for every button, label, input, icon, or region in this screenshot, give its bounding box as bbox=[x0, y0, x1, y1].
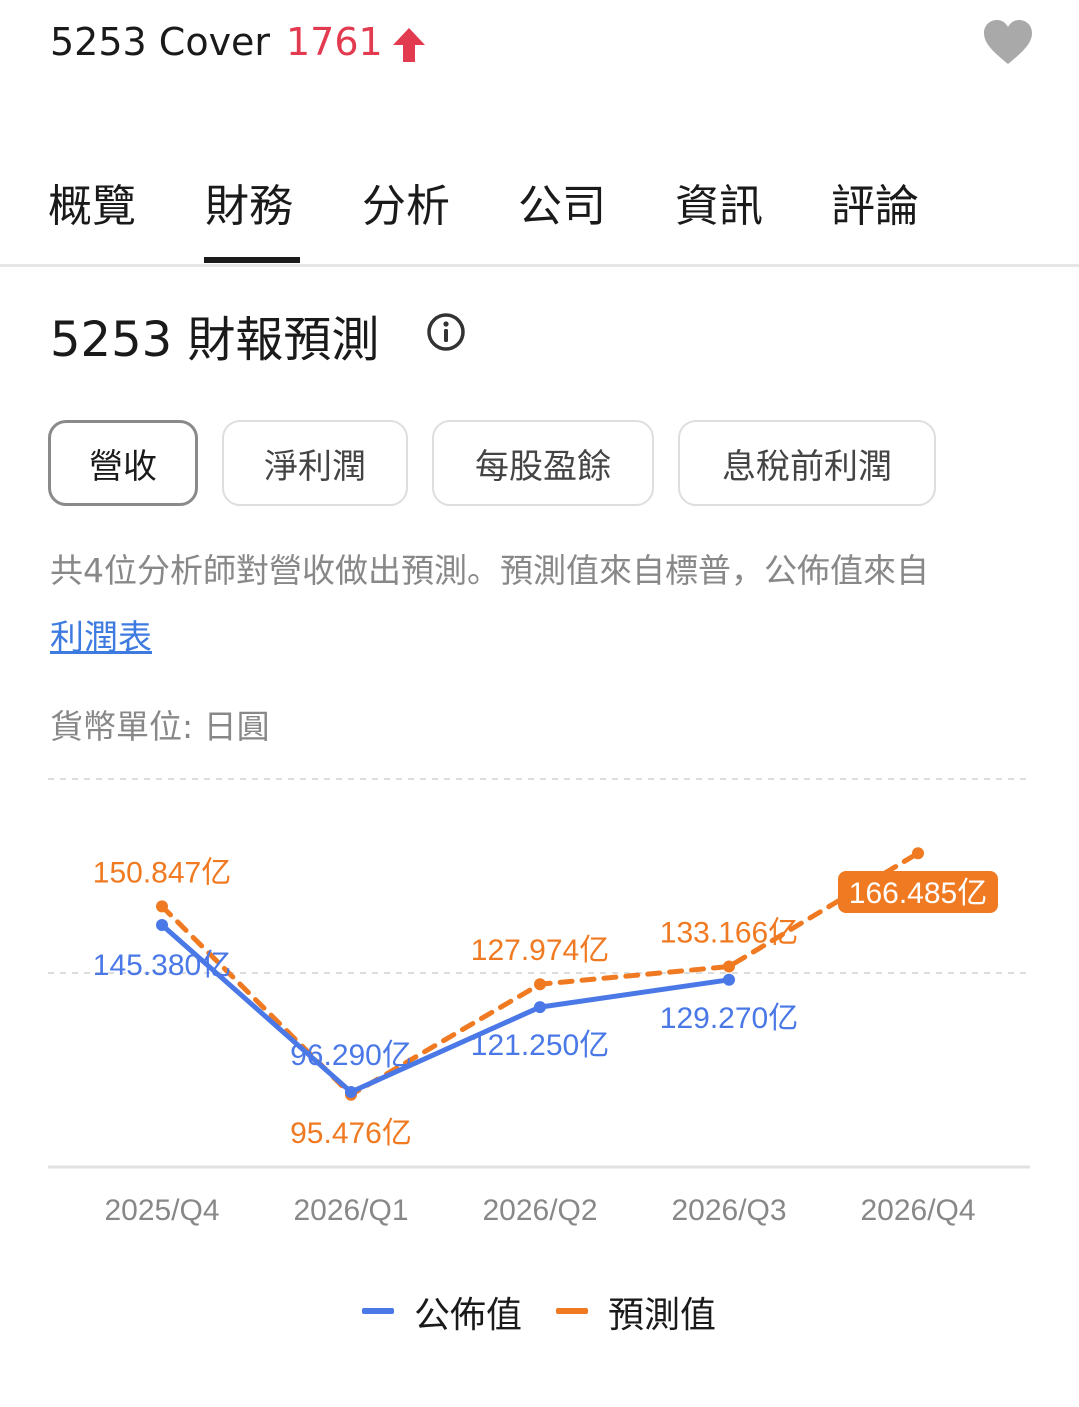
filter-eps[interactable]: 每股盈餘 bbox=[432, 420, 654, 506]
data-label-forecast: 133.166亿 bbox=[660, 917, 798, 950]
series-line-actual bbox=[160, 923, 730, 1095]
data-point-actual bbox=[723, 973, 735, 986]
tab-financials[interactable]: 財務 bbox=[205, 170, 293, 234]
section-title: 5253 財報預測 bbox=[50, 312, 380, 368]
tab-analysis[interactable]: 分析 bbox=[362, 170, 450, 234]
data-label-actual: 96.290亿 bbox=[290, 1039, 412, 1072]
x-tick-label: 2026/Q4 bbox=[860, 1194, 975, 1227]
legend-swatch-forecast bbox=[556, 1308, 588, 1314]
stock-header: 5253 Cover 1761 bbox=[0, 0, 1079, 100]
currency-unit: 貨幣單位: 日圓 bbox=[50, 707, 270, 746]
tab-news[interactable]: 資訊 bbox=[675, 170, 763, 234]
data-point-forecast bbox=[723, 960, 735, 973]
x-tick-label: 2026/Q3 bbox=[671, 1194, 786, 1227]
data-label-forecast: 166.485亿 bbox=[849, 877, 987, 910]
filter-net-profit[interactable]: 淨利潤 bbox=[222, 420, 408, 506]
forecast-description: 共4位分析師對營收做出預測。預測值來自標普，公佈值來自 bbox=[50, 551, 929, 590]
data-label-actual: 129.270亿 bbox=[660, 1002, 798, 1035]
info-icon[interactable] bbox=[426, 312, 466, 352]
data-point-actual bbox=[345, 1086, 357, 1098]
data-point-forecast bbox=[912, 847, 924, 860]
data-label-forecast: 127.974亿 bbox=[471, 934, 609, 967]
stock-name: 5253 Cover bbox=[50, 20, 271, 64]
tab-comments[interactable]: 評論 bbox=[831, 170, 919, 234]
legend-label-actual: 公佈值 bbox=[414, 1295, 523, 1336]
data-point-actual bbox=[534, 1001, 546, 1014]
data-point-forecast bbox=[534, 978, 546, 991]
x-tick-label: 2026/Q1 bbox=[293, 1194, 408, 1227]
data-label-forecast: 150.847亿 bbox=[93, 856, 231, 889]
stock-price: 1761 bbox=[286, 20, 383, 64]
tab-company[interactable]: 公司 bbox=[518, 170, 606, 234]
legend-swatch-actual bbox=[362, 1308, 394, 1314]
legend-label-forecast: 預測值 bbox=[608, 1295, 717, 1336]
data-label-actual: 121.250亿 bbox=[471, 1029, 609, 1062]
revenue-forecast-chart: 2025/Q4 2026/Q1 2026/Q2 2026/Q3 2026/Q4 145.3… bbox=[48, 778, 1030, 1227]
data-label-actual: 145.380亿 bbox=[93, 949, 231, 982]
arrow-up-icon bbox=[393, 28, 425, 62]
filter-revenue[interactable]: 營收 bbox=[48, 420, 198, 506]
active-tab-indicator bbox=[204, 257, 300, 263]
x-tick-label: 2026/Q2 bbox=[482, 1194, 597, 1227]
data-point-forecast bbox=[156, 900, 168, 913]
filter-ebit[interactable]: 息稅前利潤 bbox=[678, 420, 936, 506]
data-point-actual bbox=[156, 919, 168, 931]
chart-legend: 公佈值 預測值 bbox=[0, 1280, 1079, 1340]
income-statement-link[interactable]: 利潤表 bbox=[50, 610, 152, 659]
heart-icon[interactable] bbox=[982, 18, 1034, 66]
data-label-forecast: 95.476亿 bbox=[290, 1117, 412, 1150]
tab-bar: 概覽 財務 分析 公司 資訊 評論 bbox=[0, 150, 1079, 267]
x-tick-label: 2025/Q4 bbox=[104, 1194, 219, 1227]
tab-overview[interactable]: 概覽 bbox=[48, 170, 136, 234]
